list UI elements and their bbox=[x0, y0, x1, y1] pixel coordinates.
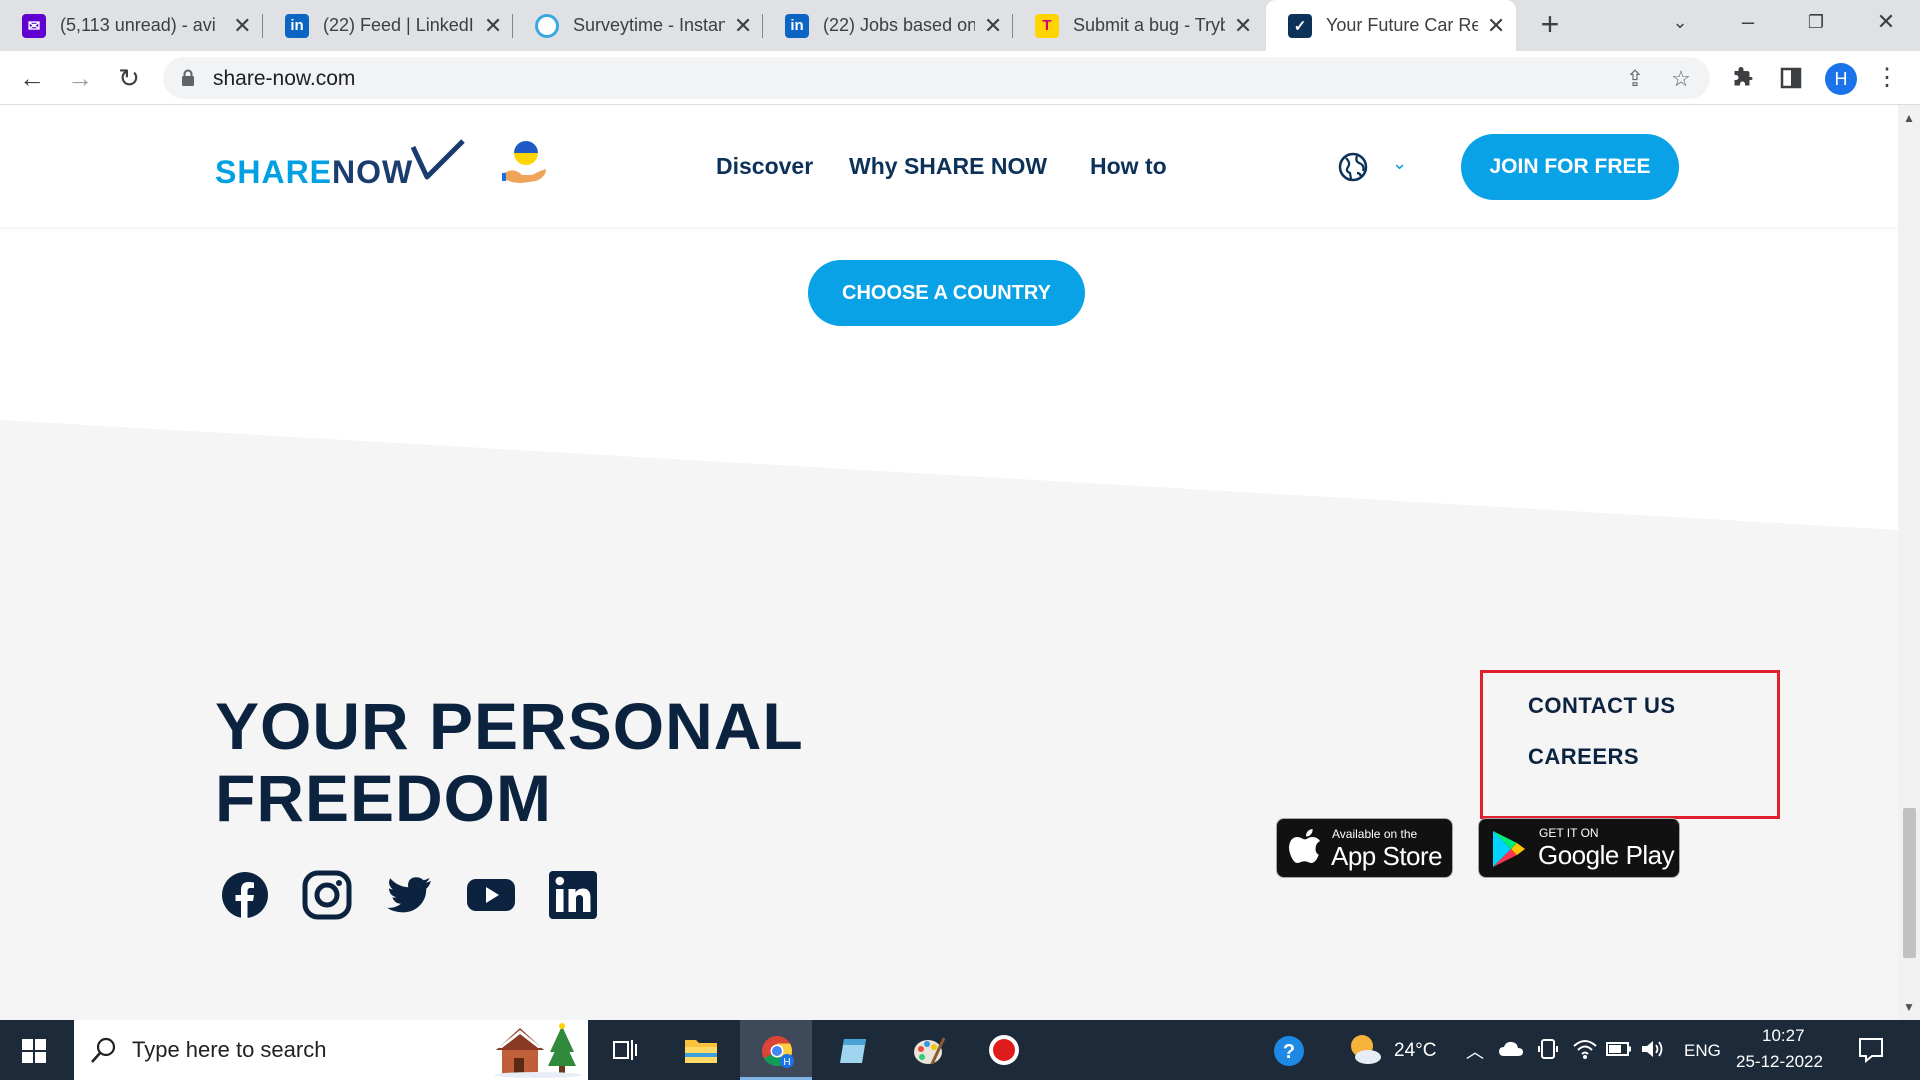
lock-icon bbox=[182, 69, 194, 86]
apple-icon bbox=[1289, 829, 1320, 863]
temperature-text: 24°C bbox=[1394, 1040, 1437, 1061]
linkedin-icon: in bbox=[785, 13, 809, 38]
side-panel-icon[interactable] bbox=[1776, 63, 1806, 93]
google-play-icon bbox=[1493, 831, 1525, 867]
nav-how-to[interactable]: How to bbox=[1090, 153, 1167, 180]
tab-title: (5,113 unread) - avi bbox=[60, 15, 216, 35]
file-explorer-icon[interactable] bbox=[664, 1020, 736, 1080]
menu-icon[interactable]: ⋮ bbox=[1872, 63, 1902, 93]
browser-toolbar: ← → ↻ share-now.com ⇪ ☆ H ⋮ bbox=[0, 51, 1920, 105]
volume-icon[interactable] bbox=[1640, 1038, 1664, 1060]
tab-title: (22) Feed | LinkedIn bbox=[323, 15, 476, 35]
extensions-icon[interactable] bbox=[1728, 63, 1758, 93]
close-window-icon[interactable]: ✕ bbox=[1866, 6, 1906, 38]
site-header: SHARE NOW Discover Why SHARE NOW How to ⌄… bbox=[0, 105, 1898, 227]
screen-recorder-icon[interactable] bbox=[968, 1020, 1040, 1080]
device-icon[interactable] bbox=[1538, 1038, 1558, 1060]
tab-surveytime[interactable]: Surveytime - Instan ✕ bbox=[513, 0, 763, 51]
paint-icon[interactable] bbox=[892, 1020, 964, 1080]
close-tab-icon[interactable]: ✕ bbox=[1233, 14, 1253, 37]
linkedin-icon[interactable] bbox=[548, 870, 598, 920]
page-viewport: SHARE NOW Discover Why SHARE NOW How to ⌄… bbox=[0, 105, 1898, 1020]
search-placeholder: Type here to search bbox=[132, 1037, 327, 1062]
windows-start-icon[interactable] bbox=[22, 1039, 46, 1063]
choose-country-button[interactable]: CHOOSE A COUNTRY bbox=[808, 260, 1085, 326]
battery-icon[interactable] bbox=[1606, 1042, 1632, 1056]
nav-why-sharenow[interactable]: Why SHARE NOW bbox=[849, 153, 1047, 180]
back-icon[interactable]: ← bbox=[16, 62, 48, 94]
address-bar[interactable]: share-now.com ⇪ ☆ bbox=[163, 57, 1710, 99]
share-icon[interactable]: ⇪ bbox=[1621, 65, 1649, 93]
svg-text:H: H bbox=[783, 1057, 790, 1068]
tab-title: Submit a bug - Tryb bbox=[1073, 15, 1226, 35]
tab-linkedin-jobs[interactable]: in (22) Jobs based on ✕ bbox=[763, 0, 1013, 51]
join-for-free-button[interactable]: JOIN FOR FREE bbox=[1461, 134, 1679, 200]
youtube-icon[interactable] bbox=[466, 870, 516, 920]
tab-strip: ✉ (5,113 unread) - avi ✕ in (22) Feed | … bbox=[0, 0, 1920, 51]
ukraine-support-icon bbox=[502, 141, 546, 183]
surveytime-icon bbox=[535, 13, 559, 38]
language-indicator[interactable]: ENG bbox=[1684, 1041, 1721, 1061]
tab-title: Your Future Car Ren bbox=[1326, 15, 1479, 35]
holiday-house-icon bbox=[494, 1023, 582, 1078]
close-tab-icon[interactable]: ✕ bbox=[232, 14, 253, 37]
tab-linkedin-feed[interactable]: in (22) Feed | LinkedIn ✕ bbox=[263, 0, 513, 51]
minimize-icon[interactable]: – bbox=[1728, 6, 1768, 38]
scroll-down-icon[interactable]: ▼ bbox=[1902, 1000, 1916, 1014]
weather-icon[interactable] bbox=[1346, 1032, 1384, 1066]
chevron-down-icon[interactable]: ⌄ bbox=[1392, 153, 1407, 174]
taskbar-search-box[interactable]: Type here to search bbox=[74, 1020, 588, 1080]
new-tab-button[interactable]: + bbox=[1534, 8, 1566, 41]
nav-discover[interactable]: Discover bbox=[716, 153, 813, 180]
close-tab-icon[interactable]: ✕ bbox=[1486, 14, 1506, 37]
contact-us-link[interactable]: CONTACT US bbox=[1528, 693, 1676, 719]
url-text: share-now.com bbox=[213, 67, 356, 90]
tab-search-icon[interactable]: ⌄ bbox=[1660, 6, 1700, 38]
bookmark-star-icon[interactable]: ☆ bbox=[1667, 65, 1695, 93]
search-icon bbox=[91, 1037, 116, 1063]
onedrive-icon[interactable] bbox=[1498, 1040, 1524, 1058]
trybe-icon: T bbox=[1035, 13, 1059, 38]
tab-sharenow[interactable]: ✓ Your Future Car Ren ✕ bbox=[1266, 0, 1516, 51]
scrollbar-thumb[interactable] bbox=[1903, 808, 1916, 958]
sharenow-icon: ✓ bbox=[1288, 13, 1312, 38]
chrome-icon[interactable]: H bbox=[740, 1020, 812, 1080]
linkedin-icon: in bbox=[285, 13, 309, 38]
facebook-icon[interactable] bbox=[220, 870, 270, 920]
close-tab-icon[interactable]: ✕ bbox=[483, 14, 503, 37]
close-tab-icon[interactable]: ✕ bbox=[733, 14, 753, 37]
svg-text:?: ? bbox=[1283, 1041, 1295, 1063]
reload-icon[interactable]: ↻ bbox=[113, 62, 145, 94]
restore-icon[interactable]: ❐ bbox=[1796, 6, 1836, 38]
sharenow-logo[interactable]: SHARE NOW bbox=[215, 139, 467, 191]
logo-check-icon bbox=[411, 139, 465, 180]
tab-mail[interactable]: ✉ (5,113 unread) - avi ✕ bbox=[0, 0, 263, 51]
profile-avatar[interactable]: H bbox=[1825, 63, 1857, 95]
wifi-icon[interactable] bbox=[1572, 1038, 1598, 1060]
forward-icon[interactable]: → bbox=[64, 62, 96, 94]
tagline-heading: YOUR PERSONAL FREEDOM bbox=[215, 689, 804, 835]
tab-title: (22) Jobs based on bbox=[823, 15, 976, 35]
clock-date[interactable]: 25-12-2022 bbox=[1736, 1052, 1823, 1072]
tab-title: Surveytime - Instan bbox=[573, 15, 726, 35]
show-hidden-icons[interactable]: ︿ bbox=[1466, 1038, 1484, 1064]
twitter-icon[interactable] bbox=[384, 870, 434, 920]
notifications-icon[interactable] bbox=[1858, 1037, 1884, 1063]
instagram-icon[interactable] bbox=[302, 870, 352, 920]
task-view-icon[interactable] bbox=[588, 1020, 660, 1080]
tab-trybe[interactable]: T Submit a bug - Tryb ✕ bbox=[1013, 0, 1263, 51]
google-play-badge[interactable]: GET IT ON Google Play bbox=[1478, 818, 1680, 878]
windows-taskbar: Type here to search H ? 24°C ︿ ENG 10:27… bbox=[0, 1020, 1920, 1080]
mail-icon: ✉ bbox=[22, 13, 46, 38]
page-scrollbar[interactable]: ▲ ▼ bbox=[1898, 105, 1920, 1020]
close-tab-icon[interactable]: ✕ bbox=[983, 14, 1003, 37]
app-store-badge[interactable]: Available on the App Store bbox=[1276, 818, 1453, 878]
globe-icon[interactable] bbox=[1337, 151, 1369, 183]
clock-time[interactable]: 10:27 bbox=[1762, 1026, 1805, 1046]
help-icon[interactable]: ? bbox=[1272, 1034, 1306, 1068]
scroll-up-icon[interactable]: ▲ bbox=[1902, 111, 1916, 125]
notepad-icon[interactable] bbox=[816, 1020, 888, 1080]
careers-link[interactable]: CAREERS bbox=[1528, 744, 1639, 770]
